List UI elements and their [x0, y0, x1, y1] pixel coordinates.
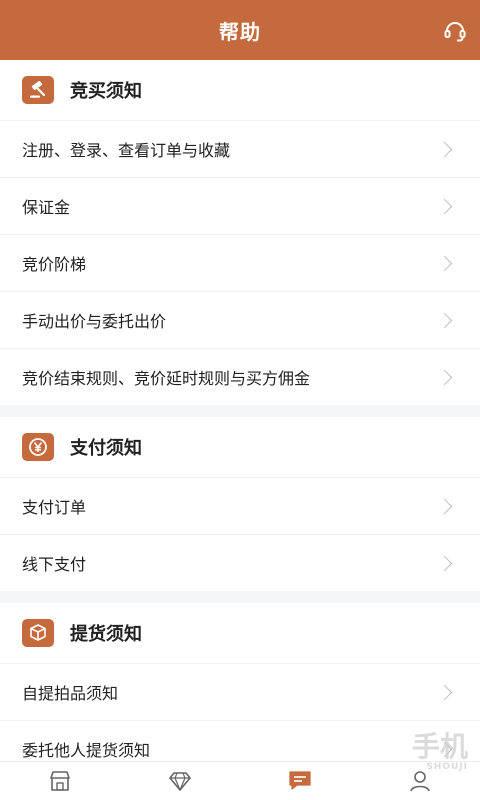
chevron-right-icon [436, 255, 453, 271]
bottom-tab-bar [0, 761, 480, 800]
section-title: 支付须知 [70, 438, 142, 459]
item-label: 委托他人提货须知 [22, 741, 151, 760]
help-content: 竞买须知 注册、登录、查看订单与收藏 保证金 竞价阶梯 手动出价与委托出价 竞价… [0, 60, 480, 762]
chevron-right-icon [436, 684, 453, 700]
message-icon [289, 771, 311, 790]
package-icon [22, 619, 54, 647]
tab-profile[interactable] [390, 762, 450, 800]
store-icon [50, 771, 70, 791]
item-label: 线下支付 [22, 555, 87, 574]
chevron-right-icon [436, 198, 453, 214]
section-bidding: 竞买须知 注册、登录、查看订单与收藏 保证金 竞价阶梯 手动出价与委托出价 竞价… [0, 60, 480, 405]
section-title: 竞买须知 [70, 81, 142, 102]
help-item-bid-increments[interactable]: 竞价阶梯 [0, 234, 480, 291]
section-payment: 支付须知 支付订单 线下支付 [0, 417, 480, 591]
section-header: 提货须知 [0, 603, 480, 663]
section-title: 提货须知 [70, 624, 142, 645]
chevron-right-icon [436, 498, 453, 514]
item-label: 注册、登录、查看订单与收藏 [22, 141, 231, 160]
item-label: 竞价结束规则、竞价延时规则与买方佣金 [22, 369, 311, 388]
item-label: 手动出价与委托出价 [22, 312, 167, 331]
page-title: 帮助 [219, 19, 261, 44]
user-icon [410, 771, 430, 792]
item-label: 自提拍品须知 [22, 684, 119, 703]
help-item-register-login[interactable]: 注册、登录、查看订单与收藏 [0, 120, 480, 177]
tab-store[interactable] [30, 762, 90, 800]
tab-help[interactable] [270, 762, 330, 800]
chevron-right-icon [436, 141, 453, 157]
chevron-right-icon [436, 741, 453, 757]
customer-service-button[interactable] [442, 18, 468, 44]
help-item-offline-payment[interactable]: 线下支付 [0, 534, 480, 591]
item-label: 支付订单 [22, 498, 87, 517]
tab-auction[interactable] [150, 762, 210, 800]
section-pickup: 提货须知 自提拍品须知 委托他人提货须知 [0, 603, 480, 762]
item-label: 竞价阶梯 [22, 255, 87, 274]
item-label: 保证金 [22, 198, 71, 217]
app-header: 帮助 [0, 0, 480, 60]
yuan-icon [22, 433, 54, 461]
help-item-pay-order[interactable]: 支付订单 [0, 477, 480, 534]
chevron-right-icon [436, 312, 453, 328]
chevron-right-icon [436, 555, 453, 571]
help-item-manual-proxy-bid[interactable]: 手动出价与委托出价 [0, 291, 480, 348]
help-item-deposit[interactable]: 保证金 [0, 177, 480, 234]
section-header: 支付须知 [0, 417, 480, 477]
help-item-bid-end-rules[interactable]: 竞价结束规则、竞价延时规则与买方佣金 [0, 348, 480, 405]
help-item-self-pickup[interactable]: 自提拍品须知 [0, 663, 480, 720]
diamond-icon [169, 772, 191, 792]
section-header: 竞买须知 [0, 60, 480, 120]
chevron-right-icon [436, 369, 453, 385]
gavel-icon [22, 76, 54, 104]
help-item-delegate-pickup[interactable]: 委托他人提货须知 [0, 720, 480, 762]
headset-icon [444, 22, 466, 42]
